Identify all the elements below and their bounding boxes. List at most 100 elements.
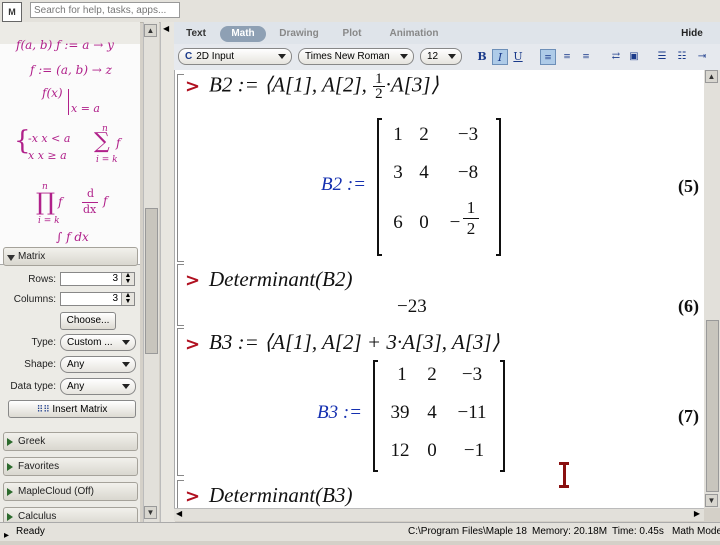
product-term: f bbox=[58, 195, 63, 209]
matrix-cell: −3 bbox=[457, 124, 479, 145]
derivative-numerator[interactable]: d bbox=[87, 187, 94, 200]
matrix-fraction-cell: 12 bbox=[463, 198, 479, 239]
rows-stepper[interactable]: 3 ▲ ▼ bbox=[60, 272, 135, 286]
data-type-dropdown[interactable]: Any bbox=[60, 378, 136, 395]
horizontal-scrollbar[interactable]: ◀ ▶ bbox=[174, 508, 704, 521]
scroll-down-icon[interactable]: ▼ bbox=[705, 494, 718, 507]
det-b3-input[interactable]: Determinant(B3) bbox=[209, 483, 352, 508]
palette-multivar-function[interactable]: f := (a, b) → z bbox=[30, 63, 112, 77]
type-value: Custom ... bbox=[67, 337, 113, 348]
palette-scrollbar[interactable]: ▲ ▼ bbox=[143, 22, 159, 522]
det-b2-output: −23 bbox=[397, 296, 427, 317]
matrix-cell: 2 bbox=[427, 364, 437, 385]
matrix-cell: 2 bbox=[419, 124, 429, 145]
choose-button[interactable]: Choose... bbox=[60, 312, 116, 330]
insert-matrix-label: Insert Matrix bbox=[52, 404, 108, 415]
matrix-cell: −1 bbox=[463, 440, 485, 461]
data-type-label: Data type: bbox=[10, 381, 56, 392]
b2-input-prefix: B2 := ⟨A[1], A[2], bbox=[209, 72, 373, 97]
palette-function-call[interactable]: f(a, b) ƒ := a → y bbox=[16, 38, 114, 52]
palette-scroll-thumb[interactable] bbox=[145, 208, 158, 354]
maplecloud-section-header[interactable]: MapleCloud (Off) bbox=[3, 482, 138, 501]
input-mode-dropdown[interactable]: C 2D Input bbox=[178, 48, 292, 65]
matrix-cell: 12 bbox=[390, 440, 410, 461]
b2-input-suffix: ·A[3]⟩ bbox=[385, 72, 439, 97]
b2-matrix: 1 2 −3 3 4 −8 6 0 − 12 bbox=[377, 118, 501, 256]
fraction-denominator: 2 bbox=[466, 219, 476, 238]
half-fraction: 12 bbox=[373, 72, 385, 102]
tab-text[interactable]: Text bbox=[180, 26, 212, 42]
scroll-right-icon[interactable]: ▶ bbox=[694, 509, 700, 518]
expand-triangle-icon bbox=[7, 488, 13, 496]
collapse-left-icon[interactable]: ◀ bbox=[163, 24, 169, 33]
columns-stepper[interactable]: 3 ▲ ▼ bbox=[60, 292, 135, 306]
font-size-dropdown[interactable]: 12 bbox=[420, 48, 462, 65]
type-dropdown[interactable]: Custom ... bbox=[60, 334, 136, 351]
det-b2-input[interactable]: Determinant(B2) bbox=[209, 267, 352, 292]
stepper-arrows-icon[interactable]: ▲ ▼ bbox=[121, 292, 134, 305]
font-dropdown[interactable]: Times New Roman bbox=[298, 48, 414, 65]
align-left-icon[interactable]: ≡ bbox=[540, 49, 556, 65]
status-arrow-icon: ▸ bbox=[4, 530, 10, 541]
align-right-icon[interactable]: ≡ bbox=[578, 49, 594, 65]
right-bracket bbox=[500, 360, 505, 472]
sum-icon[interactable]: ∑ bbox=[94, 129, 110, 154]
matrix-section-title: Matrix bbox=[18, 251, 46, 262]
greek-section-header[interactable]: Greek bbox=[3, 432, 138, 451]
calculus-section-header[interactable]: Calculus bbox=[3, 507, 138, 522]
shape-dropdown[interactable]: Any bbox=[60, 356, 136, 373]
input-prompt: > bbox=[185, 76, 201, 97]
fraction-denominator: 2 bbox=[375, 86, 383, 102]
execution-group-bracket bbox=[177, 264, 184, 326]
b3-output-name: B3 := bbox=[317, 402, 363, 423]
stepper-arrows-icon[interactable]: ▲ ▼ bbox=[121, 272, 134, 285]
matrix-grid-icon: ⠿⠿ bbox=[36, 404, 53, 414]
scroll-up-icon[interactable]: ▲ bbox=[705, 70, 718, 83]
align-center-icon[interactable]: ≡ bbox=[559, 49, 575, 65]
matrix-section-header[interactable]: Matrix bbox=[3, 247, 138, 266]
font-size-value: 12 bbox=[427, 51, 439, 62]
integral-icon[interactable]: ∫ f dx bbox=[56, 230, 89, 244]
sum-term: f bbox=[116, 136, 121, 150]
tab-math[interactable]: Math bbox=[220, 26, 266, 42]
text-direction-icon[interactable]: ⇄ bbox=[608, 49, 624, 65]
palette-eval-at[interactable]: f(x) bbox=[42, 86, 63, 100]
bullet-list-icon[interactable]: ☰ bbox=[654, 49, 670, 65]
b3-definition-input[interactable]: B3 := ⟨A[1], A[2] + 3·A[3], A[3]⟩ bbox=[209, 330, 500, 355]
insert-matrix-button[interactable]: ⠿⠿ Insert Matrix bbox=[8, 400, 136, 418]
scroll-up-icon[interactable]: ▲ bbox=[144, 24, 157, 37]
favorites-section-title: Favorites bbox=[18, 461, 60, 472]
input-prompt: > bbox=[185, 270, 201, 291]
hide-button[interactable]: Hide bbox=[674, 26, 710, 42]
columns-label: Columns: bbox=[13, 294, 56, 305]
expand-triangle-icon bbox=[7, 513, 13, 521]
favorites-section-header[interactable]: Favorites bbox=[3, 457, 138, 476]
tab-plot[interactable]: Plot bbox=[336, 26, 368, 42]
document-scroll-thumb[interactable] bbox=[706, 320, 719, 492]
expand-triangle-icon bbox=[7, 463, 13, 471]
left-bracket bbox=[377, 118, 382, 256]
b2-definition-input[interactable]: B2 := ⟨A[1], A[2], 1 2 ·A[3]⟩ bbox=[209, 72, 439, 102]
search-input[interactable]: Search for help, tasks, apps... bbox=[30, 2, 180, 18]
panel-splitter[interactable]: ◀ bbox=[160, 22, 175, 522]
chevron-down-icon bbox=[122, 340, 130, 345]
underline-button[interactable]: U bbox=[510, 49, 526, 65]
italic-button[interactable]: I bbox=[492, 49, 508, 65]
data-type-value: Any bbox=[67, 381, 85, 392]
worksheet-document[interactable]: > B2 := ⟨A[1], A[2], 1 2 ·A[3]⟩ B2 := 1 2 … bbox=[174, 70, 705, 508]
indent-icon[interactable]: ⇥ bbox=[694, 49, 710, 65]
product-icon[interactable]: ∏ bbox=[36, 188, 55, 216]
equation-label-5: (5) bbox=[678, 176, 699, 196]
scroll-left-icon[interactable]: ◀ bbox=[176, 509, 182, 518]
shape-value: Any bbox=[67, 359, 85, 370]
scroll-down-icon[interactable]: ▼ bbox=[144, 506, 157, 519]
numbered-list-icon[interactable]: ☷ bbox=[674, 49, 690, 65]
tab-drawing[interactable]: Drawing bbox=[274, 26, 324, 42]
bold-button[interactable]: B bbox=[474, 49, 490, 65]
document-scrollbar[interactable]: ▲ ▼ bbox=[704, 70, 720, 508]
top-bar: M Search for help, tasks, apps... bbox=[0, 0, 720, 23]
chevron-down-icon bbox=[122, 362, 130, 367]
maple-app-icon[interactable]: M bbox=[2, 2, 22, 22]
highlight-color-icon[interactable]: ▣ bbox=[626, 49, 642, 65]
tab-animation[interactable]: Animation bbox=[384, 26, 444, 42]
